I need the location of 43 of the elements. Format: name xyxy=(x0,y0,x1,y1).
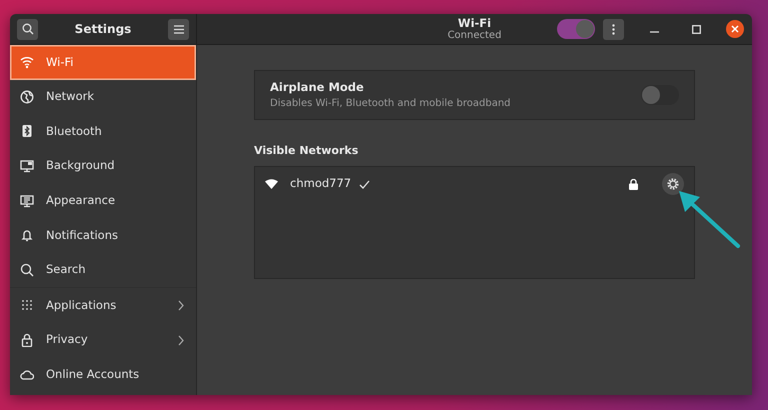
close-icon xyxy=(731,25,739,33)
sidebar-title: Settings xyxy=(74,21,132,38)
sidebar-item[interactable]: Appearance xyxy=(10,183,196,218)
globe-icon xyxy=(20,90,34,104)
network-name: chmod777 xyxy=(290,175,352,192)
search-icon xyxy=(22,23,34,35)
grid-icon xyxy=(20,298,34,312)
sidebar-item[interactable]: Background xyxy=(10,148,196,184)
wifi-signal-icon xyxy=(265,179,278,189)
more-button[interactable] xyxy=(603,18,624,40)
search-icon xyxy=(20,262,34,277)
setting-description: Disables Wi-Fi, Bluetooth and mobile broadband xyxy=(270,97,511,112)
wifi-icon xyxy=(20,55,34,70)
settings-button[interactable] xyxy=(662,173,684,195)
minimize-icon xyxy=(650,31,658,33)
annotation-arrow xyxy=(676,188,742,250)
sidebar-item[interactable]: Search xyxy=(10,252,196,288)
lock-icon xyxy=(20,333,34,348)
menu-button[interactable] xyxy=(168,18,189,40)
airplane-mode-toggle[interactable] xyxy=(641,85,679,105)
maximize-icon xyxy=(692,24,700,34)
bluetooth-icon xyxy=(20,124,34,138)
wifi-toggle[interactable] xyxy=(557,19,595,39)
gear-icon xyxy=(666,177,680,191)
sidebar-item[interactable]: Applications xyxy=(10,288,196,323)
sidebar-item[interactable]: Wi-Fi xyxy=(10,45,196,80)
sidebar-item[interactable]: Bluetooth xyxy=(10,114,196,149)
menu-icon xyxy=(174,24,184,34)
bell-icon xyxy=(20,228,34,242)
search-button[interactable] xyxy=(17,18,38,40)
cloud-icon xyxy=(20,368,34,382)
sidebar-item[interactable]: Notifications xyxy=(10,218,196,253)
more-icon xyxy=(612,24,615,34)
close-button[interactable] xyxy=(726,20,744,38)
sidebar-item[interactable]: Online Accounts xyxy=(10,357,196,392)
sidebar-item[interactable]: Network xyxy=(10,80,196,114)
sidebar-item[interactable]: Privacy xyxy=(10,322,196,358)
monitor-icon xyxy=(20,159,34,174)
setting-title: Airplane Mode xyxy=(270,78,365,96)
status-subtitle: Connected xyxy=(448,30,502,42)
section-heading: Visible Networks xyxy=(254,143,360,159)
page-title: Wi-Fi xyxy=(456,16,492,30)
monitor-icon xyxy=(20,194,34,208)
